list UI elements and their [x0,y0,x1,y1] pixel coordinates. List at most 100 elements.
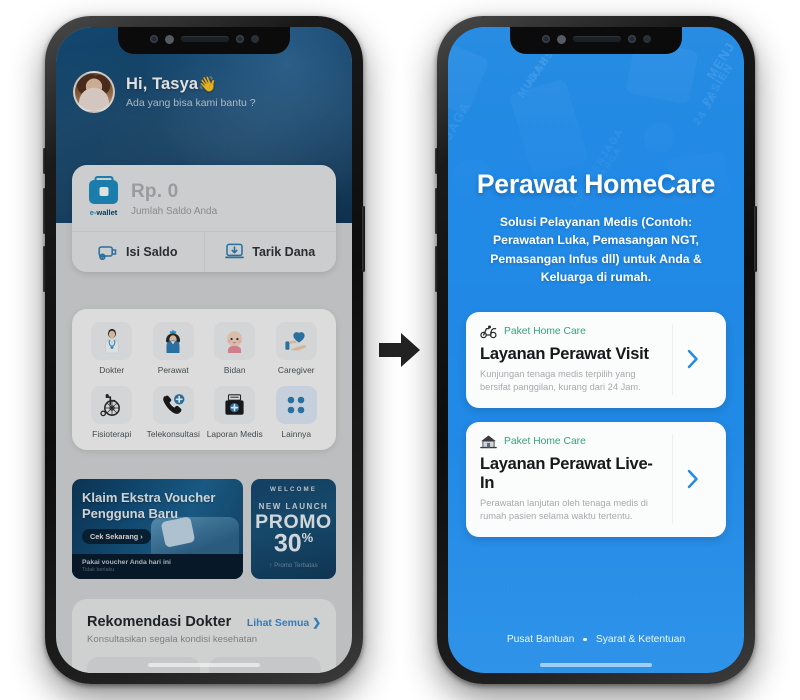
nurse-icon [152,322,194,360]
phone-notch [510,27,682,54]
recommendation-subtitle: Konsultasikan segala kondisi kesehatan [87,634,258,645]
volume-up-button [43,188,46,234]
service-badge-label: Paket Home Care [504,436,586,447]
chevron-right-icon: ❯ [312,617,321,629]
home-icon [480,435,497,449]
service-item-perawat[interactable]: Perawat [143,322,205,375]
front-camera-icon [149,35,158,43]
service-card-go-button[interactable] [672,434,712,524]
sensor-led-icon [164,34,174,44]
withdraw-button[interactable]: Tarik Dana [203,232,337,272]
caring-hand-icon [275,322,317,360]
wallet-brand-label: e-wallet [89,208,118,217]
service-label: Caregiver [277,365,315,375]
service-item-fisioterapi[interactable]: Fisioterapi [81,386,143,439]
arrow-right-icon [379,333,420,367]
power-button [362,206,365,272]
topup-label: Isi Saldo [126,245,178,259]
promo-percent: 30% [273,529,314,558]
medical-report-icon [214,386,256,424]
service-grid-card: Dokter Perawat Bidan Caregiver Fisiotera… [72,309,336,450]
service-label: Telekonsultasi [146,429,200,439]
phone-mockup-left: Hi, Tasya👋 Ada yang bisa kami bantu ? e-… [43,16,365,684]
doctor-icon [91,322,133,360]
phone-notch [118,27,290,54]
help-center-link[interactable]: Pusat Bantuan [507,634,575,645]
service-badge-label: Paket Home Care [504,326,586,337]
service-item-bidan[interactable]: Bidan [204,322,266,375]
service-item-lainnya[interactable]: Lainnya [266,386,328,439]
voucher-footer: Pakai voucher Anda hari ini Tidak berlak… [72,553,243,579]
sensor-led-icon [556,34,566,44]
service-card-title: Layanan Perawat Live-In [480,455,653,492]
service-item-laporan-medis[interactable]: Laporan Medis [204,386,266,439]
phone-mockup-right: JAGA AKSES MUDAH MENJAGA KELUARGA ANDA M… [435,16,757,684]
home-indicator [540,663,652,667]
earpiece-speaker [572,36,621,42]
proximity-sensor-icon [235,35,244,43]
wallet-actions: Isi Saldo Tarik Dana [72,231,336,272]
page-description: Solusi Pelayanan Medis (Contoh: Perawata… [490,215,702,284]
wallet-icon [89,180,118,204]
voucher-banner[interactable]: Klaim Ekstra Voucher Pengguna Baru Cek S… [72,479,243,579]
service-item-dokter[interactable]: Dokter [81,322,143,375]
service-card-go-button[interactable] [672,324,712,395]
service-card-description: Kunjungan tenaga medis terpilih yang ber… [480,369,641,393]
recommendation-section: Rekomendasi Dokter Lihat Semua ❯ Konsult… [72,599,336,673]
avatar[interactable] [73,71,115,113]
service-grid: Dokter Perawat Bidan Caregiver Fisiotera… [81,322,327,439]
homecare-app-screen: JAGA AKSES MUDAH MENJAGA KELUARGA ANDA M… [448,27,744,673]
chevron-right-icon [687,469,698,489]
greeting-subtitle: Ada yang bisa kami bantu ? [126,97,256,109]
recommendation-title: Rekomendasi Dokter [87,614,232,630]
waving-hand-icon: 👋 [198,76,217,93]
service-card-perawat-visit[interactable]: Paket Home Care Layanan Perawat Visit Ku… [466,312,726,408]
service-item-telekonsultasi[interactable]: Telekonsultasi [143,386,205,439]
mute-switch [43,148,46,174]
ambient-sensor-icon [642,35,651,43]
see-all-link[interactable]: Lihat Semua ❯ [247,617,321,629]
service-label: Fisioterapi [92,429,132,439]
phone-screen-left: Hi, Tasya👋 Ada yang bisa kami bantu ? e-… [56,27,352,673]
service-card-description: Perawatan lanjutan oleh tenaga medis di … [480,498,648,522]
phone-call-icon [152,386,194,424]
volume-up-button [435,188,438,234]
front-camera-icon [541,35,550,43]
wallet-balance-label: Jumlah Saldo Anda [131,205,218,217]
service-label: Laporan Medis [206,429,263,439]
terms-link[interactable]: Syarat & Ketentuan [596,634,685,645]
withdraw-icon [225,243,245,259]
baby-icon [214,322,256,360]
topup-icon [98,245,117,260]
wallet-card: e-wallet Rp. 0 Jumlah Saldo Anda Isi Sal… [72,165,336,272]
home-indicator [148,663,260,667]
footer-links: Pusat Bantuan Syarat & Ketentuan [448,634,744,645]
volume-down-button [435,246,438,292]
topup-button[interactable]: Isi Saldo [72,232,204,272]
ambient-sensor-icon [250,35,259,43]
promo-launch-label: NEW LAUNCH [258,502,329,511]
separator-dot-icon [583,637,587,642]
page-title: Perawat HomeCare [476,169,716,199]
service-item-caregiver[interactable]: Caregiver [266,322,328,375]
promo-card[interactable]: WELCOME NEW LAUNCH PROMO 30% ↑ Promo Ter… [251,479,336,579]
promo-limited-label: ↑ Promo Terbatas [269,561,318,569]
service-card-perawat-livein[interactable]: Paket Home Care Layanan Perawat Live-In … [466,422,726,537]
mute-switch [435,148,438,174]
voucher-footer-sub: Tidak berlaku [82,567,115,573]
earpiece-speaker [180,36,229,42]
promo-welcome-label: WELCOME [269,486,317,493]
service-card-title: Layanan Perawat Visit [480,345,649,363]
power-button [754,206,757,272]
comparison-stage: Hi, Tasya👋 Ada yang bisa kami bantu ? e-… [0,0,800,700]
greeting-header: Hi, Tasya👋 Ada yang bisa kami bantu ? [73,71,336,113]
withdraw-label: Tarik Dana [252,245,316,259]
service-label: Bidan [223,365,246,375]
wheelchair-icon [91,386,133,424]
phone-screen-right: JAGA AKSES MUDAH MENJAGA KELUARGA ANDA M… [448,27,744,673]
promo-row: Klaim Ekstra Voucher Pengguna Baru Cek S… [72,479,336,579]
wallet-balance: Rp. 0 [131,180,179,202]
greeting-name: Hi, Tasya👋 [126,75,217,93]
voucher-footer-title: Pakai voucher Anda hari ini [82,558,171,566]
voucher-cta-button[interactable]: Cek Sekarang › [82,528,151,544]
